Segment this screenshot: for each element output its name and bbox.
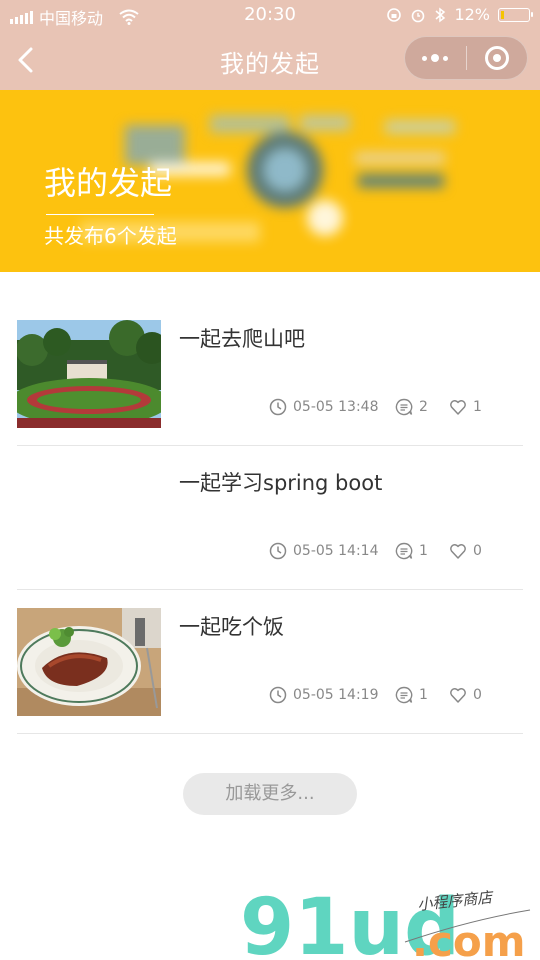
clock-icon bbox=[269, 686, 287, 704]
item-title: 一起吃个饭 bbox=[179, 615, 284, 639]
park-hill-photo bbox=[17, 320, 161, 428]
heart-icon bbox=[450, 688, 466, 703]
bluetooth-icon bbox=[435, 7, 446, 22]
banner-subtitle: 共发布6个发起 bbox=[44, 224, 177, 248]
item-meta: 05-05 14:14 1 0 bbox=[269, 542, 482, 560]
item-title: 一起学习spring boot bbox=[179, 471, 383, 495]
like-count: 0 bbox=[473, 687, 482, 703]
battery-icon bbox=[498, 7, 533, 22]
status-bar-right: 12% bbox=[386, 5, 533, 24]
time-group: 05-05 13:48 bbox=[269, 398, 395, 416]
rotation-lock-icon bbox=[387, 7, 402, 22]
divider bbox=[17, 589, 523, 590]
item-meta: 05-05 14:19 1 0 bbox=[269, 686, 482, 704]
likes-group: 0 bbox=[449, 686, 482, 704]
site-watermark-logo: 91ud .com 小程序商店 bbox=[240, 883, 531, 960]
list-item[interactable]: 一起去爬山吧 05-05 13:48 2 1 bbox=[17, 318, 523, 462]
nav-bar: 我的发起 bbox=[0, 30, 540, 90]
status-bar: 中国移动 20:30 12% bbox=[0, 0, 540, 30]
mini-program-capsule bbox=[404, 36, 528, 80]
initiated-list: 一起去爬山吧 05-05 13:48 2 1 一起学习spring boot 0… bbox=[17, 318, 523, 750]
steak-plate-photo bbox=[17, 608, 161, 716]
comment-icon bbox=[395, 686, 413, 704]
comment-icon bbox=[395, 542, 413, 560]
item-meta: 05-05 13:48 2 1 bbox=[269, 398, 482, 416]
clock-icon bbox=[269, 542, 287, 560]
time-group: 05-05 14:14 bbox=[269, 542, 395, 560]
divider bbox=[17, 733, 523, 734]
comment-count: 1 bbox=[419, 687, 428, 703]
comments-group: 1 bbox=[395, 686, 449, 704]
divider bbox=[17, 445, 523, 446]
list-item[interactable]: 一起吃个饭 05-05 14:19 1 0 bbox=[17, 606, 523, 750]
comment-count: 2 bbox=[419, 399, 428, 415]
likes-group: 0 bbox=[449, 542, 482, 560]
banner-underline bbox=[46, 214, 154, 215]
like-count: 0 bbox=[473, 543, 482, 559]
comments-group: 2 bbox=[395, 398, 449, 416]
banner-title: 我的发起 bbox=[44, 164, 173, 202]
item-title: 一起去爬山吧 bbox=[179, 327, 305, 351]
comment-icon bbox=[395, 398, 413, 416]
banner: 我的发起 共发布6个发起 bbox=[0, 90, 540, 272]
item-time: 05-05 14:19 bbox=[293, 687, 379, 703]
more-dots-icon[interactable] bbox=[405, 36, 466, 80]
comment-count: 1 bbox=[419, 543, 428, 559]
list-item[interactable]: 一起学习spring boot 05-05 14:14 1 0 bbox=[17, 462, 523, 606]
item-time: 05-05 14:14 bbox=[293, 543, 379, 559]
item-time: 05-05 13:48 bbox=[293, 399, 379, 415]
time-group: 05-05 14:19 bbox=[269, 686, 395, 704]
battery-percent: 12% bbox=[454, 5, 490, 24]
like-count: 1 bbox=[473, 399, 482, 415]
heart-icon bbox=[450, 544, 466, 559]
alarm-icon bbox=[412, 9, 425, 22]
target-close-icon[interactable] bbox=[466, 36, 527, 80]
clock-icon bbox=[269, 398, 287, 416]
heart-icon bbox=[450, 400, 466, 415]
load-more-button[interactable]: 加载更多... bbox=[183, 773, 357, 815]
comments-group: 1 bbox=[395, 542, 449, 560]
likes-group: 1 bbox=[449, 398, 482, 416]
